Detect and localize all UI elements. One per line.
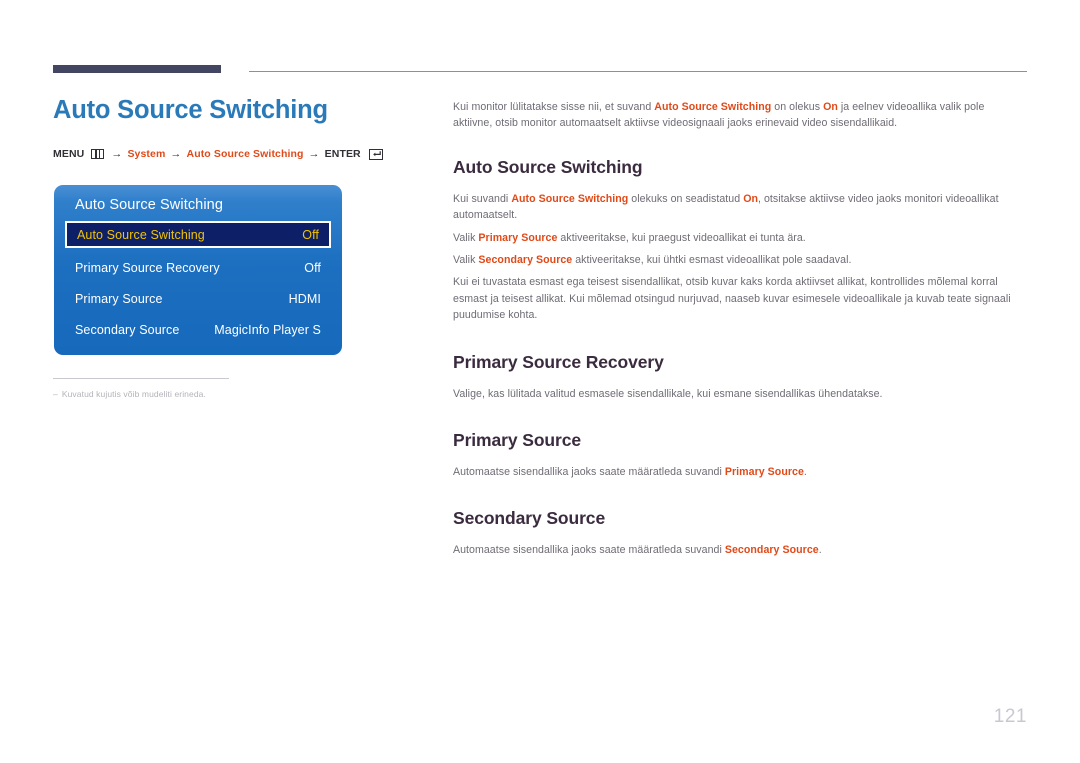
section-heading-secondary-source: Secondary Source: [453, 508, 606, 529]
text-run: Kui ei tuvastata esmast ega teisest sise…: [453, 276, 1011, 322]
menu-path-breadcrumb: MENU → System → Auto Source Switching → …: [53, 148, 423, 160]
osd-row-value: HDMI: [288, 291, 321, 306]
footnote-divider: [53, 378, 229, 379]
section-0-paragraph-2: Valik Secondary Source aktiveeritakse, k…: [453, 252, 1026, 268]
text-run: .: [818, 544, 822, 557]
osd-menu-panel[interactable]: Auto Source Switching Auto Source Switch…: [54, 185, 342, 355]
section-0-paragraph-3: Kui ei tuvastata esmast ega teisest sise…: [453, 274, 1026, 323]
left-column: Auto Source Switching MENU → System → Au…: [53, 96, 423, 160]
footnote-text: Kuvatud kujutis võib mudeliti erineda.: [61, 389, 206, 399]
text-run: .: [803, 466, 807, 479]
menu-path-menu-label: MENU: [53, 148, 85, 161]
footnote-dash: –: [53, 389, 58, 399]
menu-path-step-system: System: [127, 148, 166, 161]
term-auto-source-switching: Auto Source Switching: [511, 192, 629, 205]
section-heading-auto-source-switching: Auto Source Switching: [453, 156, 643, 177]
osd-row-secondary-source[interactable]: Secondary Source MagicInfo Player S: [65, 314, 331, 345]
right-column: Kui monitor lülitatakse sisse nii, et su…: [453, 99, 1026, 562]
intro-paragraph: Kui monitor lülitatakse sisse nii, et su…: [453, 99, 1026, 132]
osd-row-value: MagicInfo Player S: [214, 322, 321, 337]
menu-grid-icon: [91, 149, 105, 160]
term-secondary-source: Secondary Source: [478, 254, 573, 267]
header-rule-dark: [53, 65, 221, 73]
menu-path-step-auto-source-switching: Auto Source Switching: [186, 148, 304, 161]
intro-text-a: Kui monitor lülitatakse sisse nii, et su…: [453, 101, 655, 113]
text-run: Valik: [453, 231, 479, 244]
term-primary-source: Primary Source: [724, 466, 804, 479]
enter-return-icon: [368, 148, 383, 160]
section-heading-primary-source-recovery: Primary Source Recovery: [453, 351, 664, 372]
term-secondary-source: Secondary Source: [724, 544, 819, 557]
page-number: 121: [993, 706, 1027, 727]
osd-row-value: Off: [304, 260, 321, 275]
osd-row-label: Primary Source Recovery: [75, 260, 220, 275]
osd-row-primary-source[interactable]: Primary Source HDMI: [65, 283, 331, 314]
section-3-paragraph-0: Automaatse sisendallika jaoks saate määr…: [453, 542, 1026, 558]
page-title: Auto Source Switching: [53, 96, 328, 124]
text-run: Automaatse sisendallika jaoks saate määr…: [453, 544, 725, 557]
footnote: – Kuvatud kujutis võib mudeliti erineda.: [53, 389, 206, 399]
section-0-paragraph-1: Valik Primary Source aktiveeritakse, kui…: [453, 230, 1026, 246]
section-0-paragraph-0: Kui suvandi Auto Source Switching olekuk…: [453, 191, 1026, 224]
term-on: On: [743, 192, 758, 205]
osd-panel-title: Auto Source Switching: [75, 197, 223, 213]
text-run: olekuks on seadistatud: [628, 192, 744, 205]
osd-option-list: Auto Source Switching Off Primary Source…: [65, 221, 331, 345]
text-run: Valige, kas lülitada valitud esmasele si…: [453, 387, 883, 400]
menu-path-enter-label: ENTER: [324, 148, 361, 161]
term-primary-source: Primary Source: [478, 231, 558, 244]
menu-path-arrow-2: →: [170, 148, 182, 161]
osd-row-label: Primary Source: [75, 291, 163, 306]
osd-row-label: Auto Source Switching: [77, 227, 205, 242]
osd-row-label: Secondary Source: [75, 322, 180, 337]
header-rule-thin: [249, 71, 1027, 72]
section-heading-primary-source: Primary Source: [453, 430, 581, 451]
section-2-paragraph-0: Automaatse sisendallika jaoks saate määr…: [453, 464, 1026, 480]
menu-path-arrow-1: →: [111, 148, 123, 161]
intro-text-c: on olekus: [771, 101, 824, 113]
osd-row-primary-source-recovery[interactable]: Primary Source Recovery Off: [65, 252, 331, 283]
text-run: aktiveeritakse, kui praegust videoallika…: [557, 231, 806, 244]
osd-row-value: Off: [302, 227, 319, 242]
text-run: aktiveeritakse, kui ühtki esmast videoal…: [572, 254, 852, 267]
menu-path-arrow-3: →: [308, 148, 320, 161]
intro-term-on: On: [823, 101, 838, 113]
intro-term-auto-source-switching: Auto Source Switching: [654, 101, 772, 113]
text-run: Kui suvandi: [453, 192, 512, 205]
text-run: Valik: [453, 254, 479, 267]
osd-row-auto-source-switching[interactable]: Auto Source Switching Off: [65, 221, 331, 248]
text-run: Automaatse sisendallika jaoks saate määr…: [453, 466, 725, 479]
section-1-paragraph-0: Valige, kas lülitada valitud esmasele si…: [453, 386, 1026, 402]
